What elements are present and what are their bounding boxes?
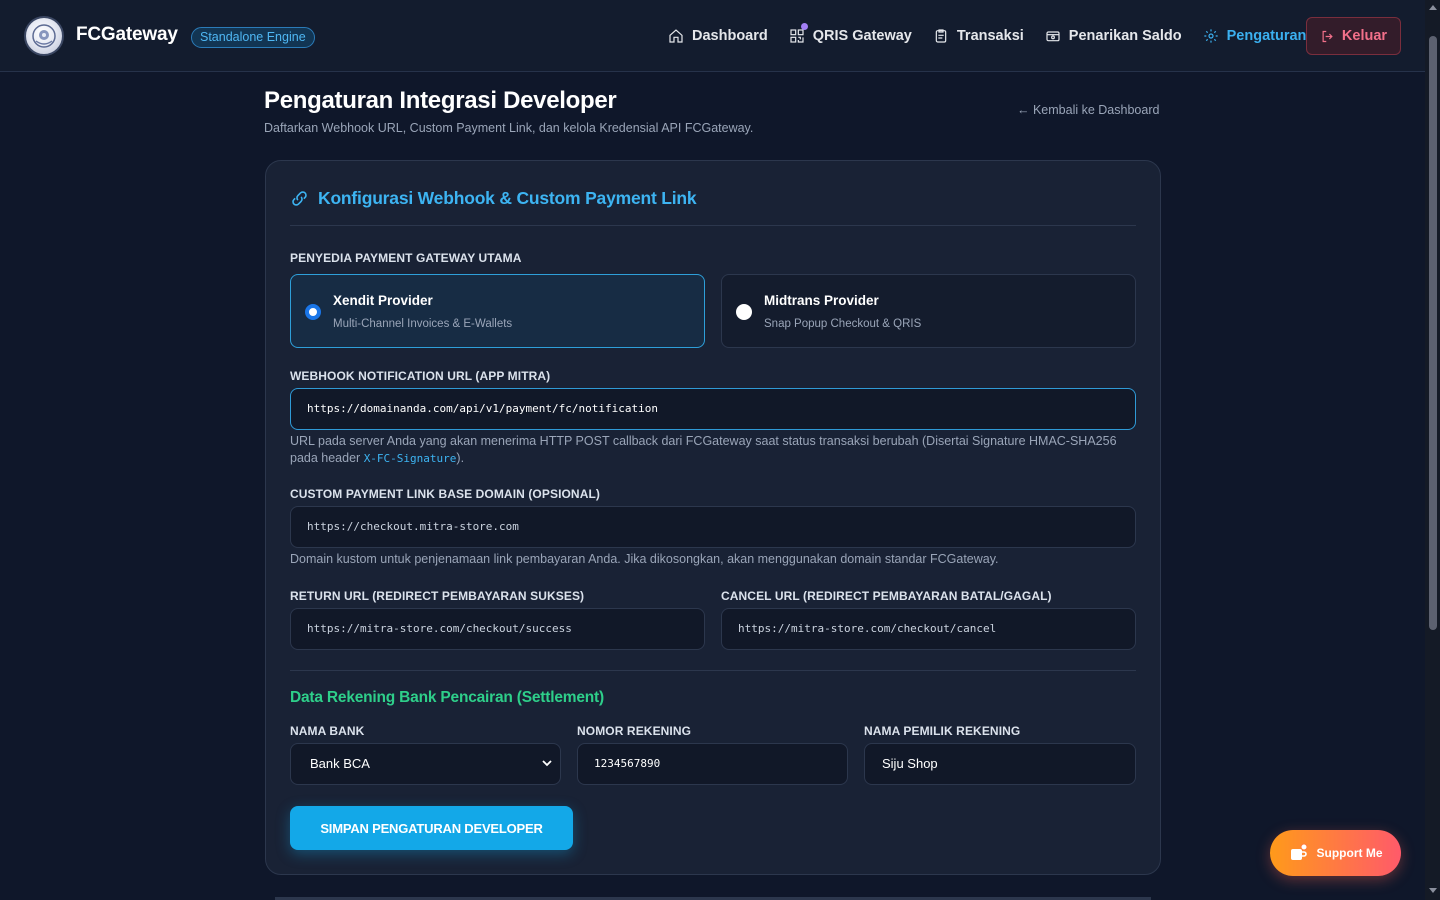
provider-desc: Snap Popup Checkout & QRIS bbox=[764, 318, 922, 330]
nav-item-penarikan-saldo[interactable]: Penarikan Saldo bbox=[1045, 28, 1182, 44]
webhook-help-text: URL pada server Anda yang akan menerima … bbox=[290, 433, 1136, 467]
clipboard-icon bbox=[935, 29, 947, 43]
top-navbar: FCGateway Standalone Engine Dashboard QR… bbox=[0, 0, 1425, 72]
signature-header-code: X-FC-Signature bbox=[363, 452, 457, 465]
nav-item-dashboard[interactable]: Dashboard bbox=[668, 28, 768, 44]
account-number-label: NOMOR REKENING bbox=[577, 724, 692, 738]
radio-xendit[interactable] bbox=[305, 304, 321, 320]
bank-name-label: NAMA BANK bbox=[290, 724, 365, 738]
qr-code-icon bbox=[790, 29, 804, 43]
cancel-url-input[interactable]: https://mitra-store.com/checkout/cancel bbox=[721, 608, 1136, 650]
nav-item-label: QRIS Gateway bbox=[812, 28, 912, 44]
cancel-url-label: CANCEL URL (REDIRECT PEMBAYARAN BATAL/GA… bbox=[721, 589, 1052, 603]
webhook-url-input[interactable]: https://domainanda.com/api/v1/payment/fc… bbox=[290, 388, 1136, 430]
page-scrollbar[interactable] bbox=[1425, 0, 1440, 900]
logout-label: Keluar bbox=[1341, 28, 1388, 44]
coffee-cup-icon bbox=[1290, 843, 1307, 860]
nav-item-pengaturan[interactable]: Pengaturan bbox=[1203, 28, 1307, 44]
scrollbar-thumb[interactable] bbox=[1429, 36, 1437, 630]
chevron-down-icon bbox=[542, 760, 552, 767]
return-url-label: RETURN URL (REDIRECT PEMBAYARAN SUKSES) bbox=[290, 589, 585, 603]
gear-icon bbox=[1203, 29, 1218, 43]
provider-desc: Multi-Channel Invoices & E-Wallets bbox=[333, 318, 513, 330]
account-number-input[interactable]: 1234567890 bbox=[577, 743, 848, 785]
webhook-help-part: ). bbox=[456, 451, 465, 465]
logout-button[interactable]: Keluar bbox=[1306, 17, 1401, 55]
page-title: Pengaturan Integrasi Developer bbox=[264, 87, 617, 114]
provider-option-xendit[interactable]: Xendit Provider Multi-Channel Invoices &… bbox=[290, 274, 705, 348]
nav-item-label: Transaksi bbox=[956, 28, 1024, 44]
custom-domain-help-text: Domain kustom untuk penjenamaan link pem… bbox=[290, 552, 999, 566]
nav-item-label: Pengaturan bbox=[1226, 28, 1307, 44]
card-divider bbox=[290, 225, 1136, 226]
support-label: Support Me bbox=[1316, 846, 1383, 860]
nav-item-label: Penarikan Saldo bbox=[1068, 28, 1182, 44]
provider-name: Midtrans Provider bbox=[764, 293, 879, 308]
back-to-dashboard-link[interactable]: ← Kembali ke Dashboard bbox=[1017, 103, 1159, 117]
home-icon bbox=[669, 29, 683, 43]
save-developer-settings-button[interactable]: SIMPAN PENGATURAN DEVELOPER bbox=[290, 806, 573, 850]
provider-label: PENYEDIA PAYMENT GATEWAY UTAMA bbox=[290, 251, 522, 265]
link-icon bbox=[292, 191, 307, 206]
radio-midtrans[interactable] bbox=[736, 304, 752, 320]
bank-name-select[interactable]: Bank BCA bbox=[290, 743, 561, 785]
brand-logo[interactable] bbox=[24, 16, 64, 56]
nav-item-label: Dashboard bbox=[692, 28, 768, 44]
return-url-input[interactable]: https://mitra-store.com/checkout/success bbox=[290, 608, 705, 650]
account-owner-label: NAMA PEMILIK REKENING bbox=[864, 724, 1021, 738]
nav-item-qris-gateway[interactable]: QRIS Gateway bbox=[789, 23, 912, 44]
account-owner-input[interactable]: Siju Shop bbox=[864, 743, 1136, 785]
logout-icon bbox=[1322, 30, 1333, 42]
bank-name-value: Bank BCA bbox=[310, 756, 370, 771]
provider-name: Xendit Provider bbox=[333, 293, 433, 308]
card-title-text: Konfigurasi Webhook & Custom Payment Lin… bbox=[318, 188, 697, 208]
custom-domain-input[interactable]: https://checkout.mitra-store.com bbox=[290, 506, 1136, 548]
custom-domain-label: CUSTOM PAYMENT LINK BASE DOMAIN (OPSIONA… bbox=[290, 487, 600, 501]
brand-name[interactable]: FCGateway bbox=[76, 24, 178, 46]
main-nav: Dashboard QRIS Gateway Transaksi Penarik… bbox=[668, 0, 1327, 72]
page-subtitle: Daftarkan Webhook URL, Custom Payment Li… bbox=[264, 121, 754, 135]
nav-item-transaksi[interactable]: Transaksi bbox=[933, 28, 1024, 44]
section-divider bbox=[290, 670, 1136, 671]
logo-emblem-icon bbox=[32, 24, 56, 48]
provider-option-midtrans[interactable]: Midtrans Provider Snap Popup Checkout & … bbox=[721, 274, 1136, 348]
settlement-section-title: Data Rekening Bank Pencairan (Settlement… bbox=[290, 689, 604, 706]
scroll-down-arrow-icon[interactable] bbox=[1429, 888, 1437, 893]
card-title: Konfigurasi Webhook & Custom Payment Lin… bbox=[290, 188, 697, 209]
scroll-up-arrow-icon[interactable] bbox=[1429, 5, 1437, 10]
wallet-icon bbox=[1046, 31, 1060, 42]
standalone-engine-badge: Standalone Engine bbox=[191, 27, 315, 48]
support-me-button[interactable]: Support Me bbox=[1270, 830, 1401, 876]
notification-dot bbox=[800, 23, 808, 30]
webhook-label: WEBHOOK NOTIFICATION URL (APP MITRA) bbox=[290, 369, 551, 383]
